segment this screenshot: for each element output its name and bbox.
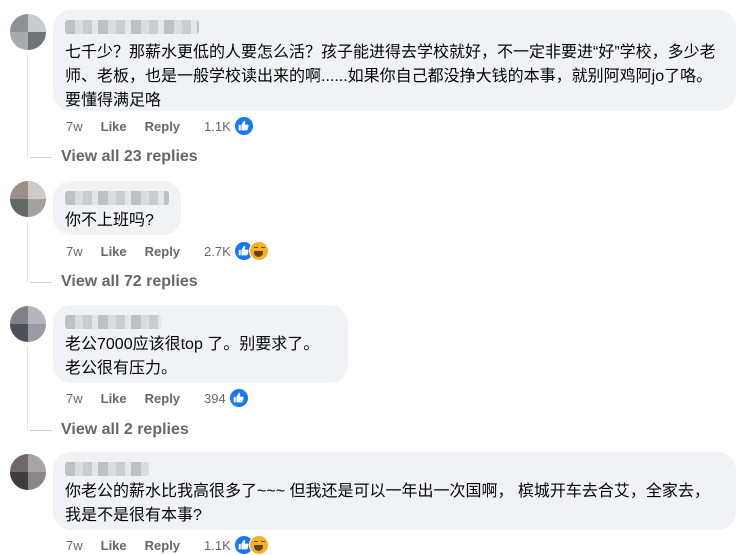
comment-time[interactable]: 7w bbox=[66, 538, 83, 553]
comment-bubble: 你不上班吗? bbox=[53, 181, 181, 235]
reply-button[interactable]: Reply bbox=[145, 244, 180, 259]
reply-button[interactable]: Reply bbox=[145, 119, 180, 134]
commenter-name[interactable] bbox=[65, 462, 149, 476]
comment-text: 你老公的薪水比我高很多了~~~ 但我还是可以一年出一次国啊， 槟城开车去合艾，全… bbox=[65, 483, 710, 524]
view-replies-link[interactable]: View all 23 replies bbox=[30, 148, 198, 166]
view-replies-link[interactable]: View all 72 replies bbox=[30, 273, 198, 291]
commenter-name[interactable] bbox=[65, 191, 169, 205]
reaction-count[interactable]: 2.7K bbox=[204, 244, 231, 259]
avatar[interactable] bbox=[10, 14, 46, 50]
like-button[interactable]: Like bbox=[101, 119, 127, 134]
reaction-count[interactable]: 1.1K bbox=[204, 538, 231, 553]
reaction-count[interactable]: 1.1K bbox=[204, 119, 231, 134]
commenter-name[interactable] bbox=[65, 20, 199, 34]
like-button[interactable]: Like bbox=[101, 391, 127, 406]
comment-text: 你不上班吗? bbox=[65, 212, 154, 229]
avatar[interactable] bbox=[10, 454, 46, 490]
like-button[interactable]: Like bbox=[101, 244, 127, 259]
avatar[interactable] bbox=[10, 181, 46, 217]
view-replies-label: View all 2 replies bbox=[61, 421, 189, 438]
comment-meta: 7w Like Reply 2.7K bbox=[66, 241, 269, 261]
commenter-name[interactable] bbox=[65, 315, 161, 329]
avatar[interactable] bbox=[10, 306, 46, 342]
haha-icon bbox=[248, 241, 269, 261]
comment-bubble: 老公7000应该很top 了。别要求了。 老公很有压力。 bbox=[53, 305, 348, 383]
comment-meta: 7w Like Reply 1.1K bbox=[66, 116, 254, 136]
comment-time[interactable]: 7w bbox=[66, 244, 83, 259]
comment-time[interactable]: 7w bbox=[66, 391, 83, 406]
view-replies-label: View all 72 replies bbox=[61, 273, 198, 290]
comment-bubble: 你老公的薪水比我高很多了~~~ 但我还是可以一年出一次国啊， 槟城开车去合艾，全… bbox=[53, 452, 736, 530]
reply-button[interactable]: Reply bbox=[145, 391, 180, 406]
like-icon bbox=[228, 388, 249, 408]
like-icon bbox=[233, 116, 254, 136]
comment-text: 老公7000应该很top 了。别要求了。 老公很有压力。 bbox=[65, 336, 320, 377]
comment-meta: 7w Like Reply 1.1K bbox=[66, 535, 269, 555]
comment-meta: 7w Like Reply 394 bbox=[66, 388, 249, 408]
view-replies-link[interactable]: View all 2 replies bbox=[30, 421, 189, 439]
reply-button[interactable]: Reply bbox=[145, 538, 180, 553]
view-replies-label: View all 23 replies bbox=[61, 148, 198, 165]
comment-bubble: 七千少？那薪水更低的人要怎么活？孩子能进得去学校就好，不一定非要进“好”学校，多… bbox=[53, 10, 736, 111]
reaction-count[interactable]: 394 bbox=[204, 391, 226, 406]
comment-text: 七千少？那薪水更低的人要怎么活？孩子能进得去学校就好，不一定非要进“好”学校，多… bbox=[65, 44, 716, 109]
comment-time[interactable]: 7w bbox=[66, 119, 83, 134]
like-button[interactable]: Like bbox=[101, 538, 127, 553]
haha-icon bbox=[248, 535, 269, 555]
